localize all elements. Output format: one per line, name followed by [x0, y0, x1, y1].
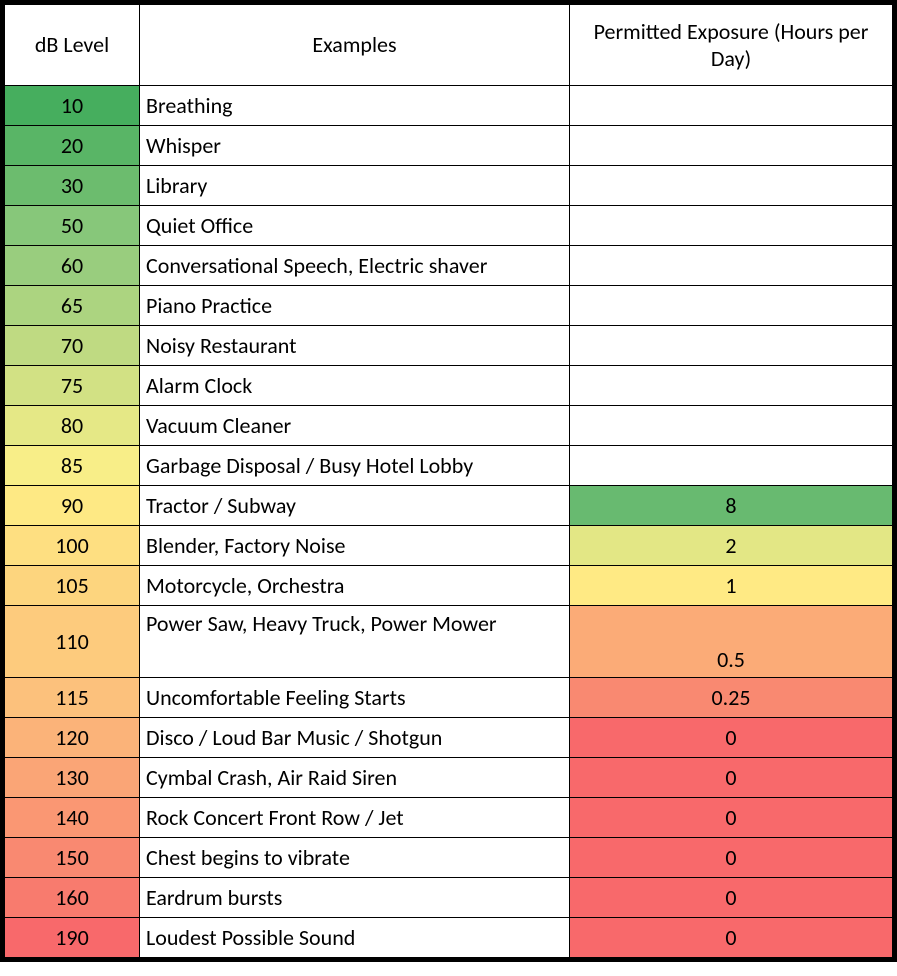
header-db: dB Level [5, 5, 140, 86]
example-cell: Noisy Restaurant [140, 326, 570, 366]
exposure-cell: 0 [570, 798, 893, 838]
exposure-cell: 2 [570, 526, 893, 566]
table-row: 120Disco / Loud Bar Music / Shotgun0 [5, 718, 893, 758]
table-row: 10Breathing [5, 86, 893, 126]
table-row: 150Chest begins to vibrate0 [5, 838, 893, 878]
exposure-cell: 0.5 [570, 606, 893, 678]
table-row: 85Garbage Disposal / Busy Hotel Lobby [5, 446, 893, 486]
exposure-cell: 0 [570, 718, 893, 758]
exposure-cell [570, 406, 893, 446]
table-row: 80Vacuum Cleaner [5, 406, 893, 446]
table-row: 190Loudest Possible Sound0 [5, 918, 893, 958]
example-cell: Conversational Speech, Electric shaver [140, 246, 570, 286]
db-level-cell: 105 [5, 566, 140, 606]
example-cell: Quiet Office [140, 206, 570, 246]
exposure-cell: 0 [570, 878, 893, 918]
example-cell: Cymbal Crash, Air Raid Siren [140, 758, 570, 798]
db-level-cell: 150 [5, 838, 140, 878]
example-cell: Whisper [140, 126, 570, 166]
exposure-cell [570, 126, 893, 166]
example-cell: Garbage Disposal / Busy Hotel Lobby [140, 446, 570, 486]
db-level-cell: 110 [5, 606, 140, 678]
table-row: 60Conversational Speech, Electric shaver [5, 246, 893, 286]
db-level-cell: 75 [5, 366, 140, 406]
example-cell: Rock Concert Front Row / Jet [140, 798, 570, 838]
header-examples: Examples [140, 5, 570, 86]
db-level-cell: 160 [5, 878, 140, 918]
exposure-cell: 8 [570, 486, 893, 526]
example-cell: Breathing [140, 86, 570, 126]
exposure-cell [570, 206, 893, 246]
example-cell: Power Saw, Heavy Truck, Power Mower [140, 606, 570, 678]
db-level-cell: 50 [5, 206, 140, 246]
exposure-cell [570, 326, 893, 366]
exposure-cell [570, 166, 893, 206]
db-level-cell: 80 [5, 406, 140, 446]
example-cell: Library [140, 166, 570, 206]
exposure-cell: 0 [570, 758, 893, 798]
table-row: 140Rock Concert Front Row / Jet0 [5, 798, 893, 838]
db-level-cell: 70 [5, 326, 140, 366]
table-row: 100Blender, Factory Noise2 [5, 526, 893, 566]
table-row: 90Tractor / Subway8 [5, 486, 893, 526]
db-level-cell: 65 [5, 286, 140, 326]
db-level-cell: 115 [5, 678, 140, 718]
example-cell: Piano Practice [140, 286, 570, 326]
db-level-cell: 190 [5, 918, 140, 958]
table-row: 110Power Saw, Heavy Truck, Power Mower0.… [5, 606, 893, 678]
table-row: 50Quiet Office [5, 206, 893, 246]
example-cell: Uncomfortable Feeling Starts [140, 678, 570, 718]
example-cell: Vacuum Cleaner [140, 406, 570, 446]
db-level-cell: 130 [5, 758, 140, 798]
db-level-cell: 140 [5, 798, 140, 838]
exposure-cell: 0 [570, 918, 893, 958]
exposure-cell [570, 446, 893, 486]
example-cell: Motorcycle, Orchestra [140, 566, 570, 606]
table-row: 20Whisper [5, 126, 893, 166]
db-level-cell: 60 [5, 246, 140, 286]
table-row: 115Uncomfortable Feeling Starts0.25 [5, 678, 893, 718]
example-cell: Eardrum bursts [140, 878, 570, 918]
exposure-cell: 1 [570, 566, 893, 606]
db-exposure-table: dB Level Examples Permitted Exposure (Ho… [4, 4, 893, 958]
example-cell: Alarm Clock [140, 366, 570, 406]
table-row: 105Motorcycle, Orchestra1 [5, 566, 893, 606]
exposure-cell [570, 286, 893, 326]
table-row: 30Library [5, 166, 893, 206]
example-cell: Disco / Loud Bar Music / Shotgun [140, 718, 570, 758]
table-row: 130Cymbal Crash, Air Raid Siren0 [5, 758, 893, 798]
table-row: 75Alarm Clock [5, 366, 893, 406]
example-cell: Chest begins to vibrate [140, 838, 570, 878]
db-level-cell: 100 [5, 526, 140, 566]
exposure-cell [570, 246, 893, 286]
exposure-cell: 0.25 [570, 678, 893, 718]
exposure-cell [570, 86, 893, 126]
db-level-cell: 90 [5, 486, 140, 526]
example-cell: Tractor / Subway [140, 486, 570, 526]
example-cell: Blender, Factory Noise [140, 526, 570, 566]
db-level-cell: 30 [5, 166, 140, 206]
db-exposure-table-wrap: dB Level Examples Permitted Exposure (Ho… [0, 0, 897, 962]
table-row: 160Eardrum bursts0 [5, 878, 893, 918]
exposure-cell [570, 366, 893, 406]
db-level-cell: 85 [5, 446, 140, 486]
header-row: dB Level Examples Permitted Exposure (Ho… [5, 5, 893, 86]
table-row: 65Piano Practice [5, 286, 893, 326]
exposure-cell: 0 [570, 838, 893, 878]
db-level-cell: 10 [5, 86, 140, 126]
db-level-cell: 20 [5, 126, 140, 166]
table-row: 70Noisy Restaurant [5, 326, 893, 366]
header-exposure: Permitted Exposure (Hours per Day) [570, 5, 893, 86]
db-level-cell: 120 [5, 718, 140, 758]
example-cell: Loudest Possible Sound [140, 918, 570, 958]
